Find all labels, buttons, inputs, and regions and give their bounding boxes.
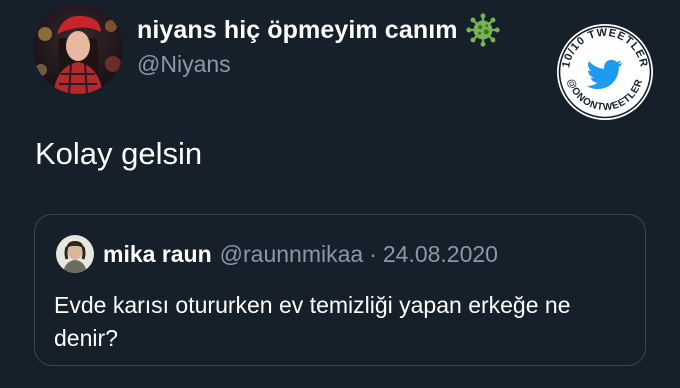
quoted-tweet-header: mika raun @raunnmikaa · 24.08.2020 <box>56 235 498 273</box>
quoted-tweet-date[interactable]: 24.08.2020 <box>383 241 498 268</box>
author-display-name[interactable]: niyans hiç öpmeyim canım <box>137 16 458 45</box>
tweet-text: Kolay gelsin <box>35 136 203 171</box>
quoted-author-handle[interactable]: @raunnmikaa <box>220 241 364 268</box>
author-handle[interactable]: @Niyans <box>137 51 231 78</box>
author-avatar[interactable] <box>33 4 123 94</box>
quoted-tweet-text: Evde karısı otururken ev temizliği yapan… <box>54 292 571 351</box>
watermark-badge: 10/10 TWEETLER @ONONTWEETLER <box>555 22 655 122</box>
quoted-separator: · <box>369 240 377 267</box>
quoted-tweet-card[interactable]: mika raun @raunnmikaa · 24.08.2020 Evde … <box>34 214 646 366</box>
quoted-author-name[interactable]: mika raun <box>103 241 212 268</box>
author-name-row: niyans hiç öpmeyim canım <box>137 10 500 50</box>
virus-icon <box>465 13 500 47</box>
quoted-author-avatar[interactable] <box>56 235 94 273</box>
